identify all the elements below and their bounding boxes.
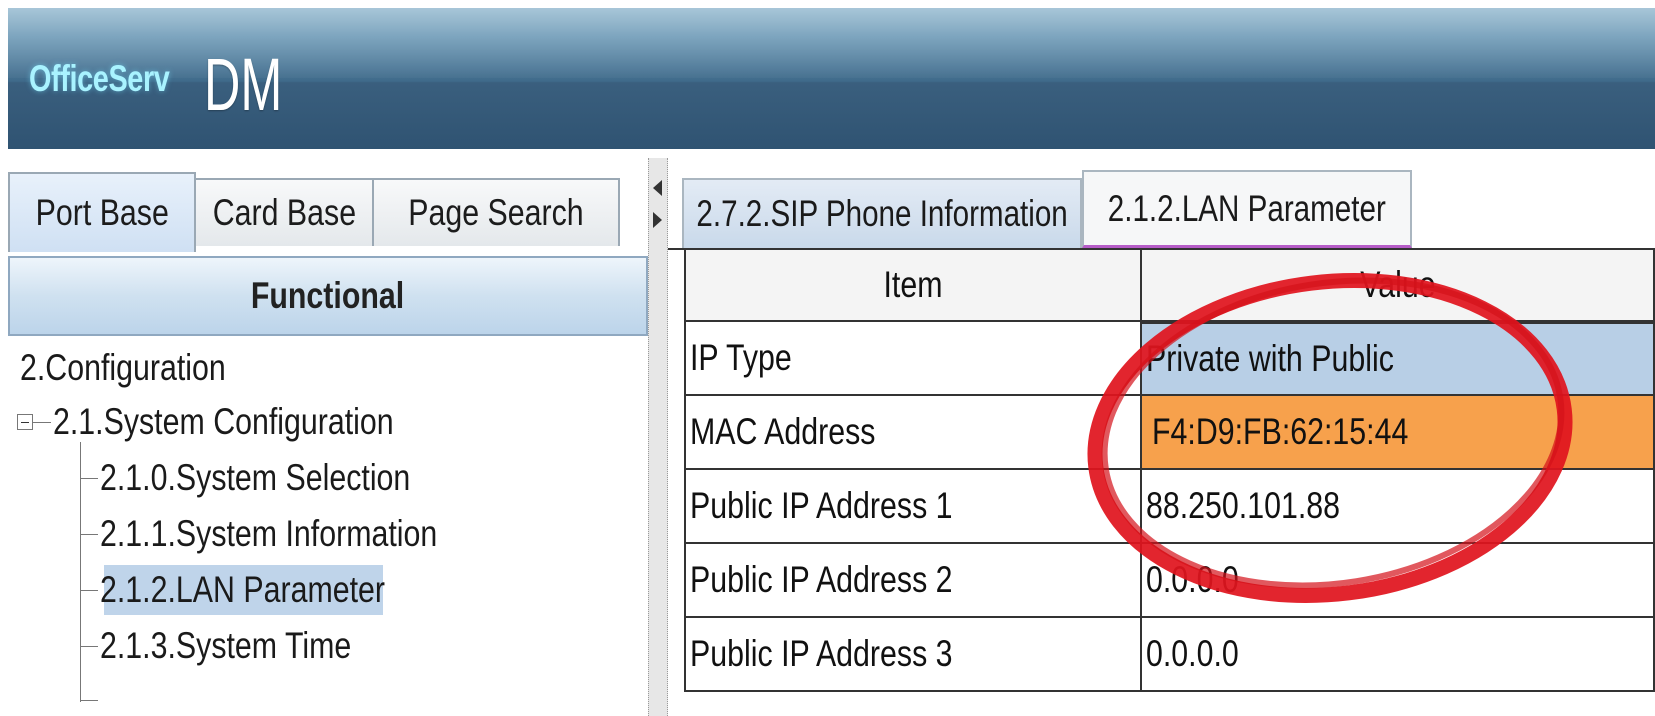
value-cell[interactable]: 88.250.101.88: [1142, 470, 1655, 544]
tree-connector: [80, 646, 98, 647]
tab-lan-parameter[interactable]: 2.1.2.LAN Parameter: [1082, 170, 1412, 248]
value-cell[interactable]: F4:D9:FB:62:15:44: [1142, 396, 1655, 470]
configuration-tree: 2.Configuration 2.1.System Configuration…: [8, 340, 648, 716]
tree-node-system-information[interactable]: 2.1.1.System Information: [100, 512, 437, 556]
tree-node-system-configuration[interactable]: 2.1.System Configuration: [53, 400, 394, 444]
tab-label: 2.1.2.LAN Parameter: [1107, 187, 1387, 229]
tab-label: Port Base: [35, 192, 169, 233]
tab-card-base[interactable]: Card Base: [194, 178, 374, 246]
table-row[interactable]: IP Type Private with Public: [668, 322, 1655, 396]
value-cell[interactable]: 0.0.0.0: [1142, 618, 1655, 692]
app-window: OfficeServ DM Port Base Card Base Page S…: [0, 0, 1655, 716]
content-panel: 2.7.2.SIP Phone Information 2.1.2.LAN Pa…: [668, 158, 1655, 716]
logo-dm: DM: [204, 43, 283, 126]
tree-connector: [80, 478, 98, 479]
tab-port-base[interactable]: Port Base: [8, 172, 196, 252]
lan-parameter-table: Item Value IP Type Private with Public M…: [668, 248, 1655, 692]
item-cell: IP Type: [684, 322, 1142, 396]
app-header: OfficeServ DM: [8, 8, 1655, 149]
tree-connector: [80, 590, 98, 591]
item-cell: MAC Address: [684, 396, 1142, 470]
tree-connector: [80, 442, 81, 702]
item-cell: Public IP Address 3: [684, 618, 1142, 692]
logo-officeserv: OfficeServ: [29, 58, 170, 99]
item-cell: Public IP Address 1: [684, 470, 1142, 544]
item-cell: Public IP Address 2: [684, 544, 1142, 618]
tab-label: 2.7.2.SIP Phone Information: [696, 193, 1068, 234]
value-cell[interactable]: Private with Public: [1142, 322, 1655, 396]
tree-connector: [33, 422, 51, 423]
tab-page-search[interactable]: Page Search: [372, 178, 620, 246]
functional-header[interactable]: Functional: [8, 256, 648, 336]
table-row[interactable]: Public IP Address 1 88.250.101.88: [668, 470, 1655, 544]
value-cell[interactable]: 0.0.0.0: [1142, 544, 1655, 618]
expand-right-icon[interactable]: [653, 212, 662, 228]
panel-splitter[interactable]: [648, 158, 668, 716]
functional-label: Functional: [251, 275, 405, 316]
table-header-row: Item Value: [668, 250, 1655, 322]
column-header-item[interactable]: Item: [684, 250, 1142, 322]
tab-label: Page Search: [408, 192, 584, 233]
navigation-panel: Port Base Card Base Page Search Function…: [8, 158, 648, 716]
table-row[interactable]: Public IP Address 3 0.0.0.0: [668, 618, 1655, 692]
collapse-left-icon[interactable]: [653, 180, 662, 196]
table-row[interactable]: Public IP Address 2 0.0.0.0: [668, 544, 1655, 618]
tree-node-configuration[interactable]: 2.Configuration: [20, 346, 226, 390]
tree-node-system-selection[interactable]: 2.1.0.System Selection: [100, 456, 410, 500]
table-row[interactable]: MAC Address F4:D9:FB:62:15:44: [668, 396, 1655, 470]
tab-label: Card Base: [212, 192, 356, 233]
tree-node-lan-parameter[interactable]: 2.1.2.LAN Parameter: [100, 568, 385, 612]
tree-node-system-time[interactable]: 2.1.3.System Time: [100, 624, 351, 668]
tab-sip-phone-information[interactable]: 2.7.2.SIP Phone Information: [682, 178, 1082, 248]
column-header-value[interactable]: Value: [1142, 250, 1655, 322]
tree-connector: [80, 534, 98, 535]
collapse-icon[interactable]: [17, 414, 33, 430]
tree-connector: [80, 700, 98, 701]
